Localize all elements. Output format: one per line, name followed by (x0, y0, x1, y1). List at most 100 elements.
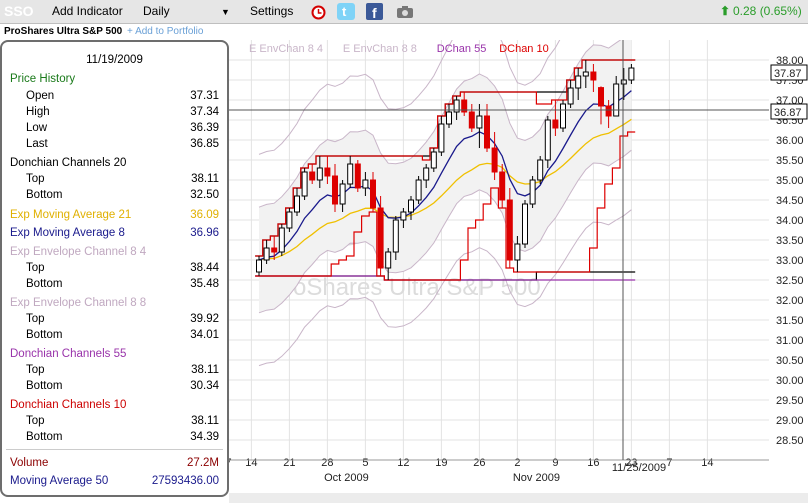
candle-body (552, 119, 559, 129)
candle-body (423, 167, 430, 181)
dc10-heading: Donchian Channels 10 (2, 397, 227, 413)
candle-body (476, 115, 483, 129)
candle-body (362, 179, 369, 189)
period-select[interactable]: Daily (143, 4, 170, 18)
up-arrow-icon: ⬆ (720, 4, 731, 18)
low-row: Low 36.39 (2, 120, 227, 136)
dc20-bottom-row: Bottom 32.50 (2, 187, 227, 203)
candle-body (286, 211, 293, 229)
panel-date-row: 11/19/2009 (2, 52, 227, 68)
candle-body (560, 103, 566, 129)
candle-body (256, 259, 262, 273)
candle-body (499, 171, 506, 201)
candle-body (544, 119, 551, 161)
candle-body (271, 247, 278, 253)
candle-body (332, 175, 338, 205)
env84-heading: Exp Envelope Channel 8 4 (2, 244, 227, 260)
panel-date: 11/19/2009 (86, 54, 143, 66)
legend-item: E EnvChan 8 4 (249, 43, 323, 55)
candle-body (537, 159, 544, 181)
dc20-bottom-value: 32.50 (190, 189, 219, 201)
candle-body (385, 251, 392, 269)
y-tick-label: 29.00 (776, 415, 804, 427)
dc55-bottom-value: 30.34 (190, 380, 219, 392)
env88-bottom-value: 34.01 (190, 329, 219, 341)
candle-body (392, 219, 399, 253)
last-value: 36.85 (190, 138, 219, 150)
camera-icon[interactable] (396, 4, 414, 22)
y-tick-label: 32.00 (776, 295, 804, 307)
candle-body (370, 179, 376, 209)
x-tick-label: 7 (229, 457, 232, 469)
candle-body (506, 199, 513, 261)
x-tick-label: 2 (514, 457, 520, 469)
dc55-bottom-label: Bottom (26, 380, 63, 392)
dc55-top-value: 38.11 (191, 364, 219, 376)
candle-body (529, 179, 536, 205)
env84-bottom-value: 35.48 (190, 278, 219, 290)
env84-top-label: Top (26, 262, 45, 274)
chevron-down-icon[interactable]: ▼ (221, 7, 230, 17)
x-tick-label: 28 (321, 457, 333, 469)
y-tick-label: 34.50 (776, 195, 804, 207)
dc55-top-label: Top (26, 364, 45, 376)
y-tick-label: 32.50 (776, 275, 804, 287)
candle-body (582, 71, 589, 77)
open-value: 37.31 (190, 90, 219, 102)
add-indicator-button[interactable]: Add Indicator (52, 4, 123, 18)
env88-label: Exp Envelope Channel 8 8 (10, 297, 147, 309)
legend: E EnvChan 8 4 E EnvChan 8 8 DChan 55 DChan … (249, 43, 549, 55)
candle-body (522, 203, 528, 245)
low-label: Low (26, 122, 48, 134)
ema21-label: Exp Moving Average 21 (10, 209, 132, 221)
x-month-label: Nov 2009 (513, 472, 560, 484)
last-label: Last (26, 138, 48, 150)
dc10-label: Donchian Channels 10 (10, 399, 127, 411)
facebook-icon[interactable]: f (366, 3, 383, 23)
ma50-value: 27593436.00 (151, 475, 219, 487)
env84-bottom-label: Bottom (26, 278, 63, 290)
ticker-symbol[interactable]: SSO (4, 3, 34, 19)
candle-body (377, 207, 384, 269)
x-tick-label: 19 (435, 457, 447, 469)
env84-bottom-row: Bottom 35.48 (2, 276, 227, 292)
candle-body (400, 211, 407, 221)
x-tick-label: 9 (552, 457, 558, 469)
x-tick-label: 5 (362, 457, 368, 469)
svg-text:f: f (372, 5, 377, 20)
candle-body (316, 167, 323, 181)
panel-divider (6, 449, 223, 450)
alarm-clock-icon[interactable] (310, 3, 327, 23)
cursor-date-label: 11/25/2009 (612, 462, 666, 474)
x-tick-label: 14 (701, 457, 713, 469)
range-scroller[interactable] (229, 493, 808, 503)
ma50-label: Moving Average 50 (10, 475, 109, 487)
x-tick-label: 14 (245, 457, 257, 469)
env88-bottom-label: Bottom (26, 329, 63, 341)
candle-body (484, 115, 490, 149)
watermark-name: ProShares Ultra S&P 500 (269, 274, 541, 301)
candle-body (301, 171, 308, 197)
env88-bottom-row: Bottom 34.01 (2, 327, 227, 343)
candle-body (415, 179, 422, 201)
high-value: 37.34 (190, 106, 219, 118)
x-month-label: Oct 2009 (324, 472, 369, 484)
candle-body (605, 105, 612, 117)
y-tick-label: 33.00 (776, 255, 804, 267)
price-chart[interactable]: SSO ProShares Ultra S&P 500 38.0037.5037… (226, 0, 808, 497)
candle-body (278, 227, 285, 253)
candle-body (567, 87, 574, 105)
env88-top-label: Top (26, 313, 45, 325)
dc20-top-value: 38.11 (191, 173, 219, 185)
settings-button[interactable]: Settings (250, 4, 293, 18)
info-panel: 11/19/2009 Price History Open 37.31 High 3… (0, 40, 229, 497)
candle-body (408, 199, 414, 213)
svg-text:t: t (342, 4, 347, 19)
y-tick-label: 29.50 (776, 395, 804, 407)
ma50-row: Moving Average 50 27593436.00 (2, 473, 227, 489)
add-to-portfolio-link[interactable]: + Add to Portfolio (127, 26, 203, 37)
y-tick-label: 35.50 (776, 155, 804, 167)
candle-body (575, 75, 582, 89)
x-tick-label: 12 (397, 457, 409, 469)
twitter-icon[interactable]: t (337, 3, 355, 23)
